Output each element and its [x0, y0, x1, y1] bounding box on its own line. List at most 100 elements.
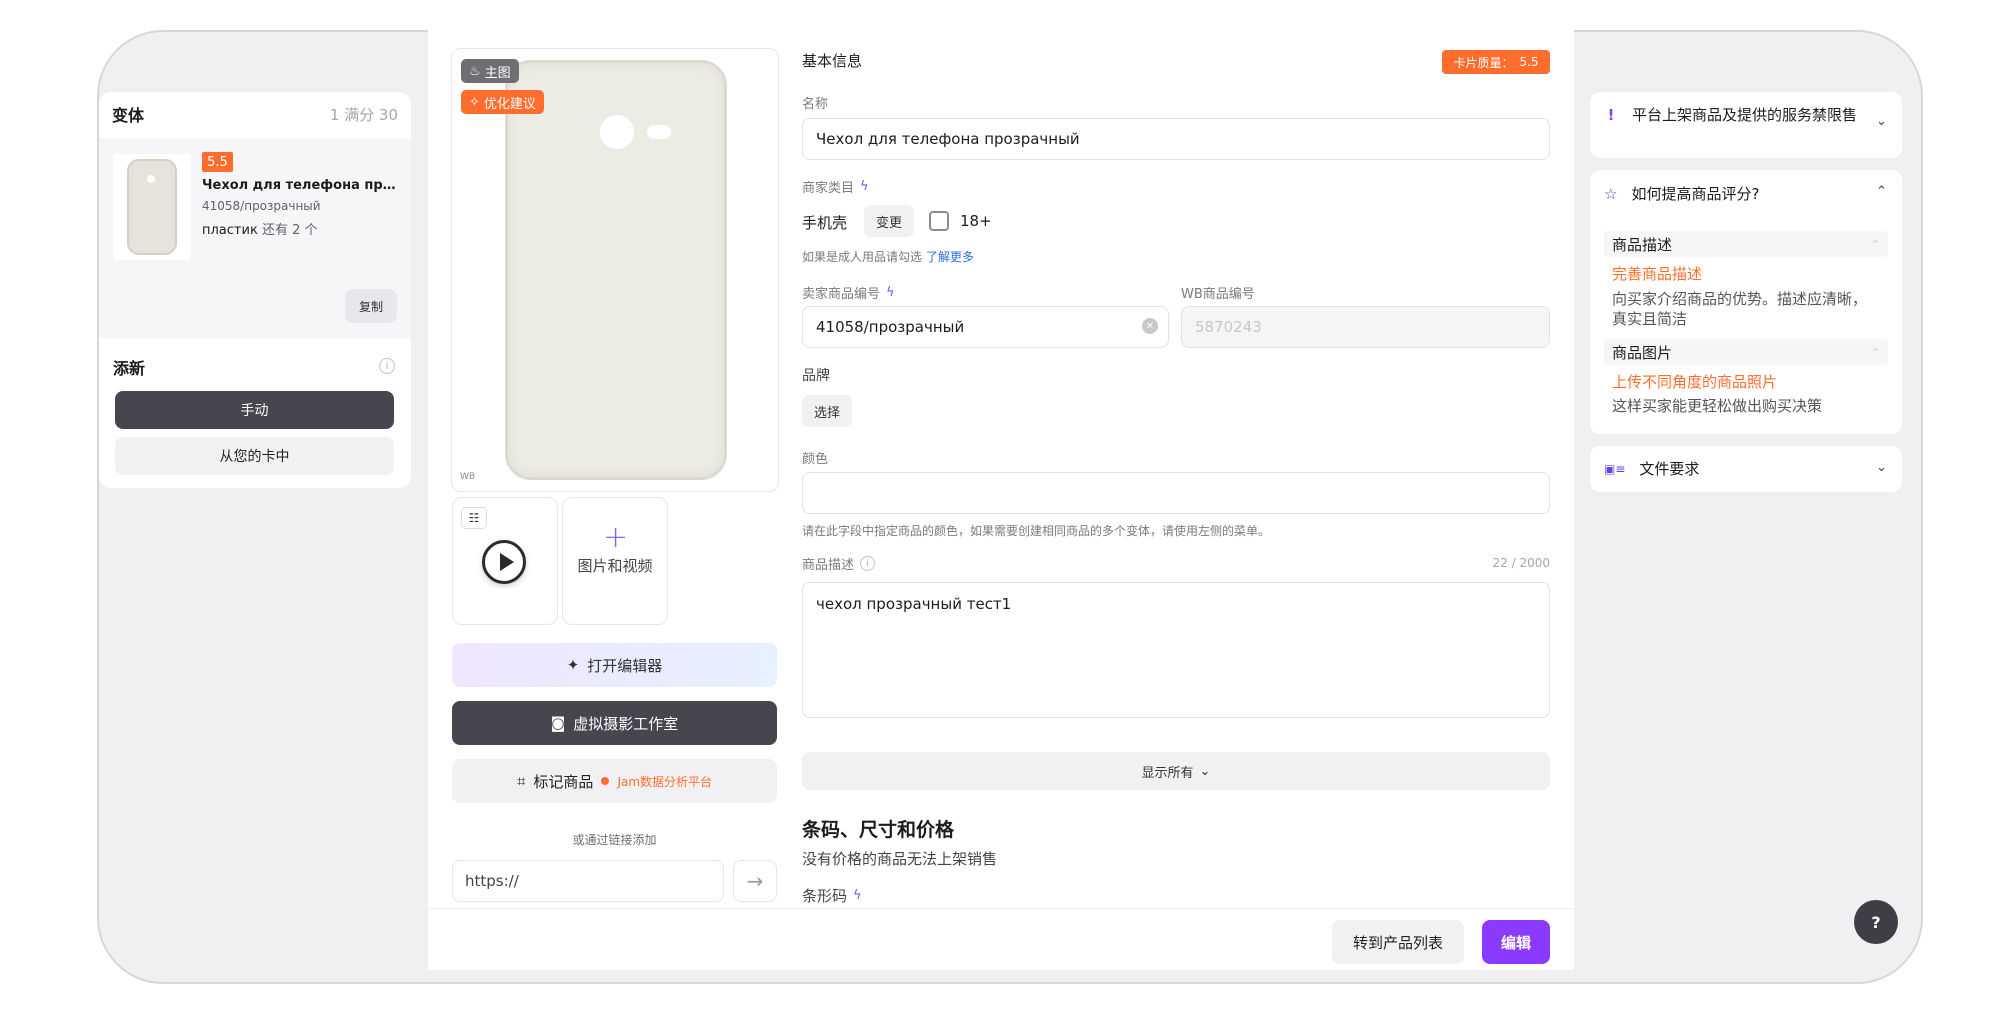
category-value: 手机壳 — [802, 214, 848, 232]
play-icon[interactable] — [482, 540, 526, 584]
wb-watermark: WB — [460, 472, 476, 482]
url-input[interactable]: https:// — [452, 860, 724, 902]
description-textarea[interactable]: чехол прозрачный тест1 — [802, 582, 1550, 718]
optimize-tag-label: 优化建议 — [483, 96, 536, 112]
clear-icon[interactable]: ✕ — [1142, 318, 1158, 334]
add-from-card-button[interactable]: 从您的卡中 — [115, 437, 394, 475]
variant-material: пластик — [202, 223, 258, 238]
phone-case-thumbnail-image — [127, 159, 177, 255]
category-label-text: 商家类目 — [802, 181, 855, 196]
lightning-icon: ϟ — [860, 179, 869, 194]
chevron-down-icon[interactable]: ⌄ — [1876, 114, 1887, 129]
or-add-by-link-label: 或通过链接添加 — [572, 833, 657, 847]
mark-product-label: 标记商品 — [533, 772, 594, 791]
barcode-section-desc: 没有价格的商品无法上架销售 — [802, 850, 998, 868]
edit-button[interactable]: 编辑 — [1482, 920, 1550, 964]
improve-rating-title: 如何提高商品评分? — [1631, 185, 1760, 203]
seller-sku-label: 卖家商品编号 ϟ — [802, 283, 895, 302]
show-all-label: 显示所有 — [1141, 765, 1194, 781]
file-requirements-header[interactable]: ▣≡ 文件要求 — [1604, 459, 1699, 479]
sparkle-icon: ✧ — [469, 94, 480, 110]
jam-dot-icon — [601, 777, 610, 785]
chevron-up-icon: ⌃ — [1870, 345, 1880, 359]
chevron-up-icon[interactable]: ⌃ — [1876, 184, 1887, 199]
add-media-label: 图片和视频 — [577, 557, 653, 575]
virtual-studio-label: 虚拟摄影工作室 — [573, 714, 679, 733]
variants-count: 1 满分 30 — [329, 105, 398, 124]
add-new-title: 添新 — [113, 359, 146, 378]
tip-photo-text: 这样买家能更轻松做出购买决策 — [1612, 397, 1823, 415]
variants-title: 变体 — [112, 106, 145, 125]
chevron-up-icon: ⌃ — [1870, 237, 1880, 251]
seller-sku-input[interactable]: 41058/прозрачный — [802, 306, 1169, 348]
star-icon: ☆ — [1604, 185, 1618, 203]
virtual-studio-button[interactable]: ◙ 虚拟摄影工作室 — [452, 701, 777, 745]
quality-label: 卡片质量： — [1453, 55, 1514, 70]
add-manual-button[interactable]: 手动 — [115, 391, 394, 429]
restricted-goods-card[interactable] — [1590, 92, 1902, 158]
lightning-icon: ϟ — [886, 285, 895, 300]
seller-sku-label-text: 卖家商品编号 — [802, 287, 881, 302]
improve-description-link[interactable]: 完善商品描述 — [1612, 263, 1702, 284]
file-requirements-title: 文件要求 — [1639, 460, 1700, 478]
adult-checkbox-label: 18+ — [960, 212, 992, 230]
variant-score-badge: 5.5 — [202, 152, 233, 172]
color-input[interactable] — [802, 472, 1550, 514]
open-editor-label: 打开编辑器 — [587, 656, 663, 675]
variant-name: Чехол для телефона прозрач... — [202, 178, 402, 193]
restricted-goods-header[interactable]: ! 平台上架商品及提供的服务禁限售 — [1604, 105, 1872, 125]
copy-variant-button[interactable]: 复制 — [345, 289, 397, 323]
barcode-label-text: 条形码 — [802, 887, 848, 905]
info-icon[interactable]: i — [379, 358, 395, 374]
description-counter: 22 / 2000 — [1492, 556, 1550, 570]
tag-icon: ⌗ — [516, 772, 526, 790]
chevron-down-icon[interactable]: ⌄ — [1876, 460, 1887, 475]
adult-hint: 如果是成人用品请勾选 了解更多 — [802, 248, 974, 265]
adult-hint-text: 如果是成人用品请勾选 — [802, 250, 923, 264]
basic-info-title: 基本信息 — [802, 52, 863, 70]
to-product-list-button[interactable]: 转到产品列表 — [1332, 920, 1464, 964]
improve-rating-header[interactable]: ☆ 如何提高商品评分? — [1604, 184, 1759, 204]
sparkle-icon: ✦ — [566, 656, 580, 674]
choose-brand-button[interactable]: 选择 — [802, 395, 853, 427]
description-label-text: 商品描述 — [802, 558, 855, 573]
color-hint: 请在此字段中指定商品的颜色，如果需要创建相同商品的多个变体，请使用左侧的菜单。 — [802, 524, 1271, 538]
change-category-button[interactable]: 变更 — [864, 205, 915, 237]
restricted-goods-title: 平台上架商品及提供的服务禁限售 — [1632, 106, 1858, 124]
info-icon[interactable]: i — [860, 556, 876, 571]
phone-case-product-image — [505, 60, 727, 480]
variant-sku: 41058/прозрачный — [202, 199, 321, 213]
camera-icon: ◙ — [550, 714, 566, 732]
mark-product-button[interactable]: ⌗ 标记商品 Jam数据分析平台 — [452, 759, 777, 803]
barcode-label: 条形码 ϟ — [802, 885, 862, 906]
name-label: 名称 — [802, 97, 829, 112]
quality-value: 5.5 — [1519, 55, 1539, 69]
flame-icon: ♨ — [469, 63, 481, 79]
lightning-icon: ϟ — [853, 888, 862, 903]
barcode-section-title: 条码、尺寸和价格 — [802, 819, 955, 841]
wb-sku-input: 5870243 — [1181, 306, 1550, 348]
sliders-icon[interactable]: ☷ — [461, 507, 487, 529]
open-editor-button[interactable]: ✦ 打开编辑器 — [452, 643, 777, 687]
brand-label: 品牌 — [802, 368, 830, 384]
chevron-down-icon: ⌄ — [1199, 763, 1211, 779]
main-image-tag: ♨ 主图 — [461, 59, 519, 83]
tip-photo-title: 商品图片 — [1612, 343, 1673, 362]
jam-label: Jam数据分析平台 — [617, 774, 713, 789]
tip-photo-section[interactable]: 商品图片 ⌃ — [1604, 339, 1888, 365]
card-quality-badge: 卡片质量： 5.5 — [1442, 50, 1550, 74]
tip-description-text: 向买家介绍商品的优势。描述应清晰，真实且简洁 — [1612, 290, 1868, 328]
description-label: 商品描述 i — [802, 554, 876, 573]
upload-photos-link[interactable]: 上传不同角度的商品照片 — [1612, 371, 1777, 392]
main-image-tag-label: 主图 — [484, 65, 511, 81]
name-input[interactable]: Чехол для телефона прозрачный — [802, 118, 1550, 160]
color-label: 颜色 — [802, 452, 829, 467]
optimize-suggestion-tag[interactable]: ✧ 优化建议 — [461, 90, 544, 114]
arrow-right-icon[interactable]: → — [733, 860, 777, 902]
adult-checkbox[interactable] — [929, 211, 949, 231]
tip-description-section[interactable]: 商品描述 ⌃ — [1604, 231, 1888, 257]
help-button[interactable]: ? — [1854, 900, 1898, 944]
learn-more-link[interactable]: 了解更多 — [926, 250, 974, 264]
show-all-button[interactable]: 显示所有 ⌄ — [802, 752, 1550, 790]
tip-description-title: 商品描述 — [1612, 235, 1673, 254]
